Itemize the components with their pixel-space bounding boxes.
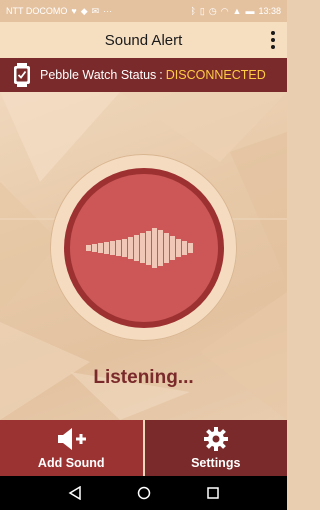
more-icon: ··· bbox=[103, 5, 113, 16]
status-bar: NTT DOCOMO ♥ ◆ ✉ ··· ᛒ ▯ ◷ ◠ ▲ ▬ 13:38 bbox=[0, 0, 287, 22]
home-icon bbox=[137, 486, 150, 500]
notification-icon: ◆ bbox=[80, 5, 88, 16]
recents-button[interactable] bbox=[202, 482, 224, 504]
add-sound-label: Add Sound bbox=[37, 456, 105, 470]
pebble-status-label: Pebble Watch Status bbox=[40, 68, 157, 82]
pebble-status-value: DISCONNECTED bbox=[165, 68, 266, 82]
navigation-bar bbox=[0, 476, 287, 510]
overflow-menu-icon bbox=[271, 31, 275, 35]
status-left: NTT DOCOMO ♥ ◆ ✉ ··· bbox=[6, 6, 112, 16]
record-button-frame bbox=[50, 154, 237, 341]
listen-button[interactable] bbox=[63, 167, 224, 328]
add-sound-icon bbox=[58, 428, 87, 450]
bluetooth-icon: ᛒ bbox=[190, 5, 196, 16]
settings-label: Settings bbox=[191, 456, 241, 470]
watch-icon bbox=[14, 63, 30, 87]
home-button[interactable] bbox=[133, 482, 155, 504]
app-title: Sound Alert bbox=[104, 31, 183, 49]
back-icon bbox=[68, 486, 81, 500]
settings-button[interactable]: Settings bbox=[144, 420, 287, 476]
sound-wave-icon bbox=[85, 227, 193, 268]
pebble-status-bar: Pebble Watch Status : DISCONNECTED bbox=[0, 58, 287, 92]
vibrate-icon: ▯ bbox=[199, 5, 205, 16]
bottom-bar: Add Sound Settings bbox=[0, 420, 287, 476]
app-bar: Sound Alert bbox=[0, 22, 287, 58]
wifi-icon: ◠ bbox=[220, 5, 229, 16]
carrier-name: NTT DOCOMO bbox=[6, 6, 68, 16]
back-button[interactable] bbox=[64, 482, 86, 504]
alarm-icon: ◷ bbox=[208, 5, 217, 16]
add-sound-button[interactable]: Add Sound bbox=[0, 420, 145, 476]
mail-icon: ✉ bbox=[91, 5, 100, 16]
clock: 13:38 bbox=[258, 6, 281, 16]
overflow-menu-button[interactable] bbox=[265, 28, 281, 52]
listening-status: Listening... bbox=[93, 367, 194, 388]
status-right: ᛒ ▯ ◷ ◠ ▲ ▬ 13:38 bbox=[190, 6, 281, 16]
recents-icon bbox=[206, 487, 219, 499]
pebble-status-separator: : bbox=[159, 68, 163, 82]
gear-icon bbox=[203, 427, 228, 451]
signal-icon: ▲ bbox=[232, 5, 242, 16]
battery-icon: ▬ bbox=[245, 5, 255, 16]
listen-button-face bbox=[69, 173, 218, 322]
heart-icon: ♥ bbox=[71, 5, 77, 16]
